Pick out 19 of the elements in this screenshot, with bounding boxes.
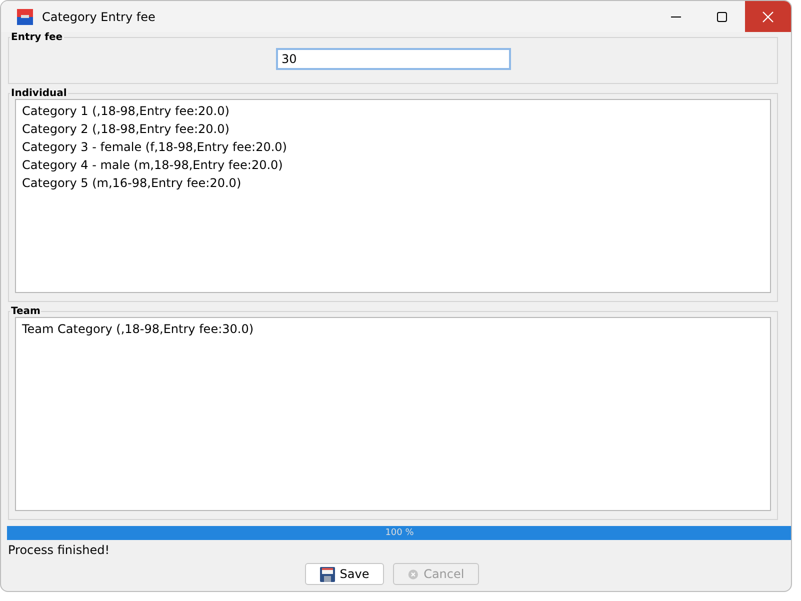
list-item[interactable]: Team Category (,18-98,Entry fee:30.0) (22, 320, 764, 338)
list-item[interactable]: Category 2 (,18-98,Entry fee:20.0) (22, 120, 764, 138)
maximize-icon (717, 12, 727, 22)
progress-text: 100 % (384, 527, 415, 540)
close-button[interactable] (745, 1, 791, 32)
group-label: Individual (10, 88, 68, 99)
save-button[interactable]: Save (304, 563, 384, 585)
list-item[interactable]: Category 3 - female (f,18-98,Entry fee:20.0) (22, 138, 764, 156)
app-icon (17, 8, 33, 24)
group-label: Entry fee (10, 32, 64, 43)
close-icon (762, 10, 774, 22)
window-title: Category Entry fee (42, 10, 156, 24)
group-label: Team (10, 306, 42, 317)
list-item[interactable]: Category 4 - male (m,18-98,Entry fee:20.0) (22, 156, 764, 174)
list-item[interactable]: Category 5 (m,16-98,Entry fee:20.0) (22, 174, 764, 192)
status-text: Process finished! (8, 542, 111, 558)
list-item[interactable]: Category 1 (,18-98,Entry fee:20.0) (22, 102, 764, 120)
entry-fee-field[interactable]: 30 (276, 48, 510, 70)
cancel-icon (408, 566, 419, 582)
